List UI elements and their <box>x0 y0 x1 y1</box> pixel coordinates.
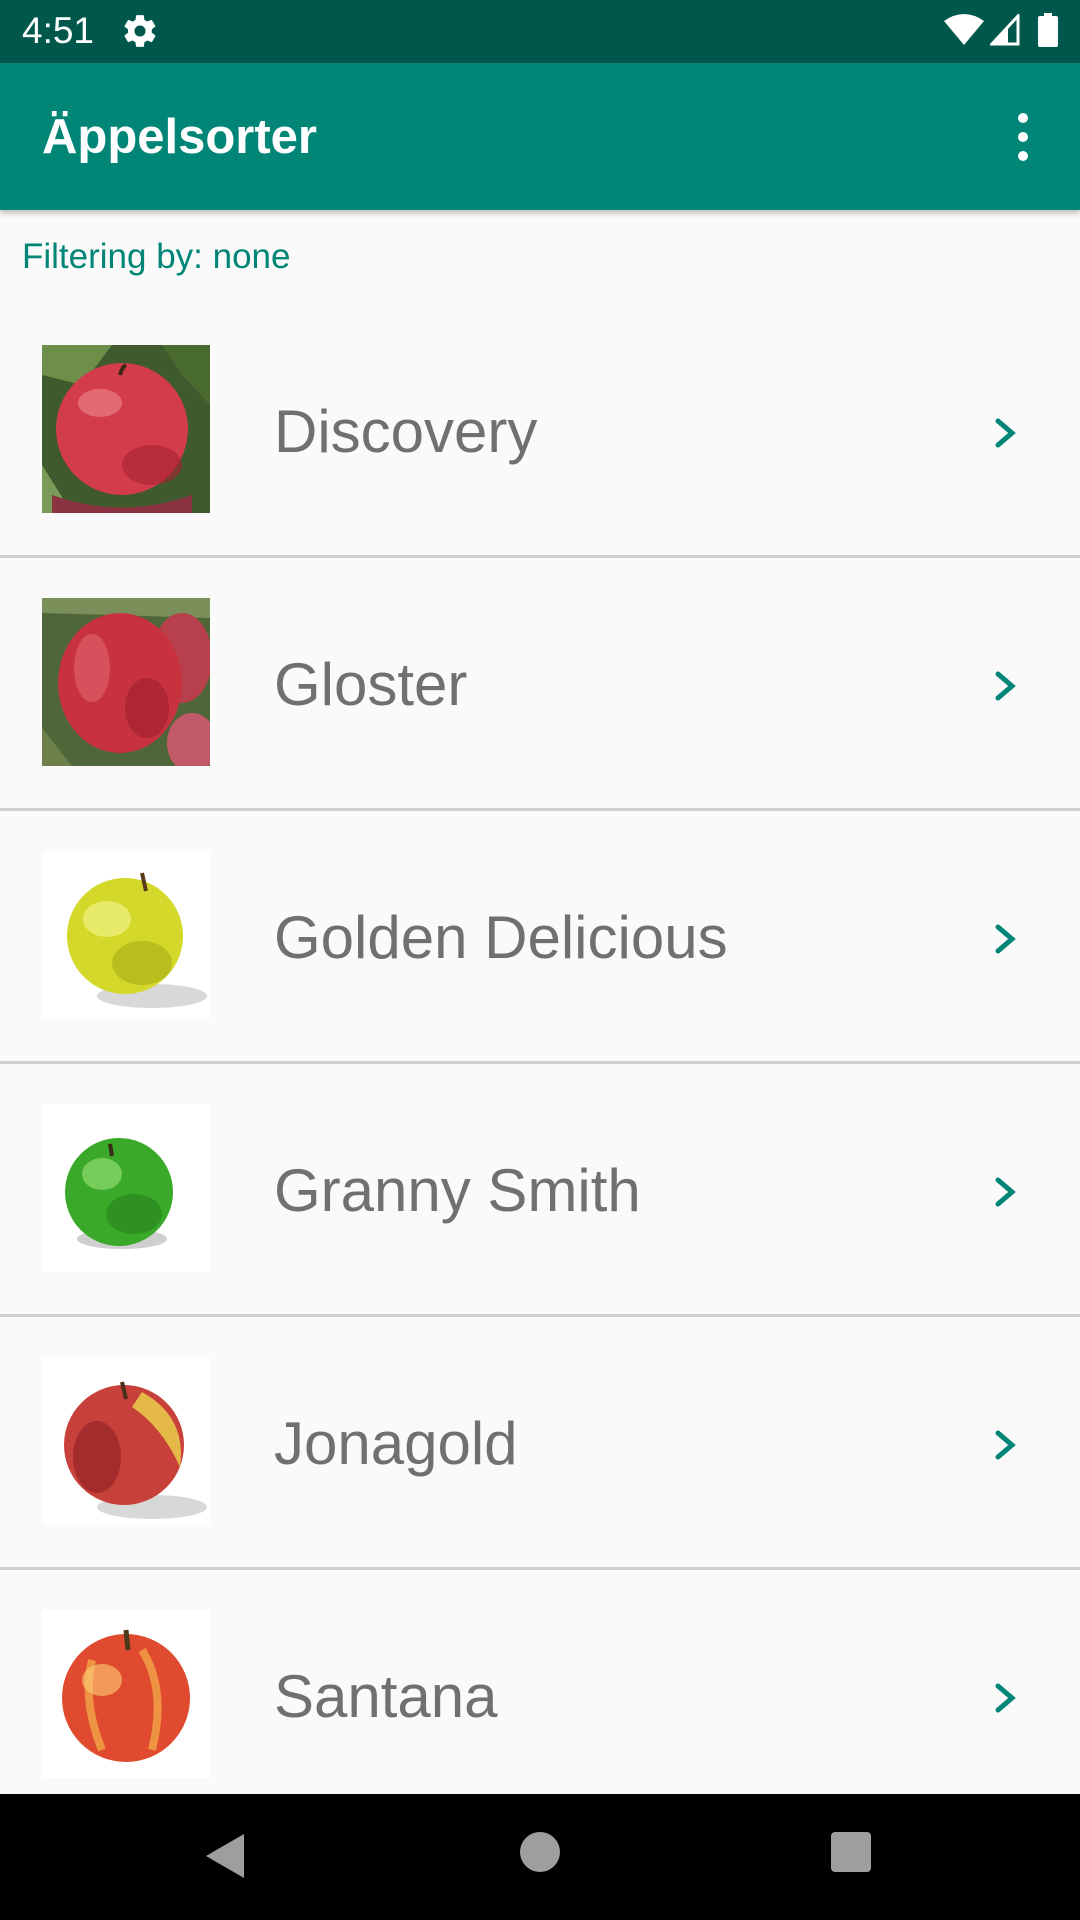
apple-thumbnail <box>42 345 210 513</box>
apple-thumbnail <box>42 598 210 766</box>
chevron-right-icon <box>995 1683 1016 1713</box>
home-icon[interactable] <box>520 1832 560 1872</box>
chevron-right-icon <box>995 924 1016 954</box>
back-icon[interactable] <box>204 1832 246 1880</box>
chevron-right-icon <box>995 671 1016 701</box>
app-title: Äppelsorter <box>42 110 318 164</box>
status-time: 4:51 <box>22 10 95 51</box>
status-bar: 4:51 <box>0 0 1080 63</box>
cellular-signal-icon <box>990 14 1020 46</box>
apple-thumbnail <box>42 1610 210 1778</box>
list-item-gloster[interactable]: Gloster <box>0 558 1080 811</box>
apple-list: Discovery Gloster Golden Delicious Grann… <box>0 305 1080 1820</box>
list-item-granny-smith[interactable]: Granny Smith <box>0 1064 1080 1317</box>
app-bar: Äppelsorter <box>0 63 1080 210</box>
battery-icon <box>1038 13 1058 47</box>
gear-icon <box>124 15 156 47</box>
apple-thumbnail <box>42 1104 210 1272</box>
apple-name: Gloster <box>274 651 468 718</box>
recents-icon[interactable] <box>831 1832 871 1872</box>
list-item-golden-delicious[interactable]: Golden Delicious <box>0 811 1080 1064</box>
chevron-right-icon <box>995 1177 1016 1207</box>
wifi-icon <box>944 14 984 45</box>
list-item-discovery[interactable]: Discovery <box>0 305 1080 558</box>
filter-label: Filtering by: none <box>22 237 291 276</box>
list-item-jonagold[interactable]: Jonagold <box>0 1317 1080 1570</box>
list-item-santana[interactable]: Santana <box>0 1570 1080 1820</box>
navigation-bar <box>0 1794 1080 1920</box>
apple-thumbnail <box>42 1357 210 1525</box>
apple-thumbnail <box>42 851 210 1019</box>
chevron-right-icon <box>995 418 1016 448</box>
apple-name: Santana <box>274 1663 498 1730</box>
chevron-right-icon <box>995 1430 1016 1460</box>
apple-name: Jonagold <box>274 1410 518 1477</box>
apple-name: Golden Delicious <box>274 904 728 971</box>
more-vertical-icon[interactable] <box>998 109 1048 165</box>
apple-name: Discovery <box>274 398 538 465</box>
apple-name: Granny Smith <box>274 1157 641 1224</box>
